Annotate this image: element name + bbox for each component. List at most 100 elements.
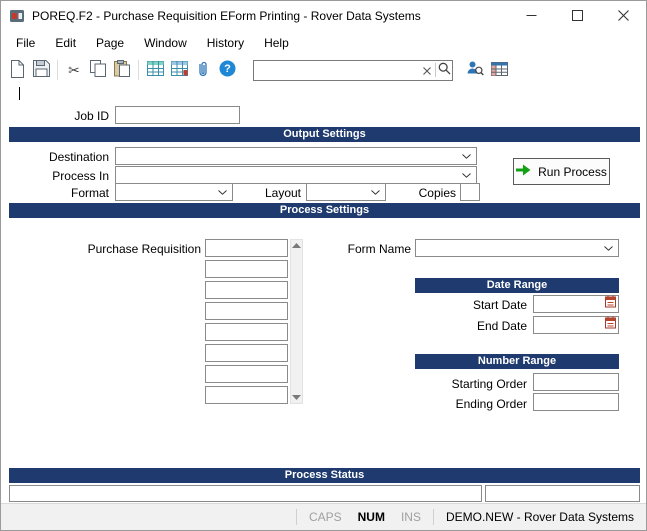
process-status-header: Process Status [9, 468, 640, 483]
form-name-select[interactable] [415, 239, 619, 257]
maximize-button[interactable] [554, 1, 600, 31]
purchase-requisition-label: Purchase Requisition [61, 242, 201, 256]
process-in-select[interactable] [115, 166, 477, 184]
destination-select[interactable] [115, 147, 477, 165]
purchase-requisition-scrollbar[interactable] [290, 239, 303, 404]
layout-select[interactable] [306, 183, 386, 201]
minimize-button[interactable] [508, 1, 554, 31]
start-date-input[interactable] [533, 295, 619, 313]
purchase-requisition-input[interactable] [205, 260, 288, 278]
toolbar-separator [57, 60, 58, 80]
format-label: Format [41, 186, 109, 200]
chevron-down-icon [218, 190, 227, 195]
status-bar: CAPS NUM INS DEMO.NEW - Rover Data Syste… [1, 503, 646, 530]
purchase-requisition-input[interactable] [205, 239, 288, 257]
num-indicator: NUM [350, 510, 393, 524]
grid-columns-icon [171, 61, 188, 79]
paperclip-icon [196, 60, 210, 80]
title-bar: POREQ.F2 - Purchase Requisition EForm Pr… [1, 1, 646, 31]
close-button[interactable] [600, 1, 646, 31]
grid-columns-button[interactable] [167, 58, 191, 82]
start-date-label: Start Date [449, 298, 527, 312]
destination-label: Destination [31, 150, 109, 164]
run-process-button[interactable]: Run Process [513, 158, 610, 185]
paste-button[interactable] [110, 58, 134, 82]
purchase-requisition-input[interactable] [205, 281, 288, 299]
scroll-up-icon[interactable] [292, 243, 301, 248]
purchase-requisition-input[interactable] [205, 365, 288, 383]
end-date-label: End Date [449, 319, 527, 333]
chevron-down-icon [462, 154, 471, 159]
copies-label: Copies [398, 186, 456, 200]
attachment-button[interactable] [191, 58, 215, 82]
svg-text:?: ? [224, 63, 231, 75]
number-range-header: Number Range [415, 354, 619, 369]
chevron-down-icon [371, 190, 380, 195]
save-button[interactable] [29, 58, 53, 82]
process-status-field-right [485, 485, 640, 502]
process-settings-header: Process Settings [9, 203, 640, 218]
clear-search-button[interactable] [419, 61, 435, 80]
help-icon: ? [219, 60, 236, 80]
purchase-requisition-input[interactable] [205, 323, 288, 341]
chevron-down-icon [462, 173, 471, 178]
layout-label: Layout [243, 186, 301, 200]
run-arrow-icon [516, 164, 531, 179]
purchase-requisition-input[interactable] [205, 344, 288, 362]
ending-order-label: Ending Order [431, 397, 527, 411]
grid-table-button[interactable] [143, 58, 167, 82]
toolbar: ✂ ? [1, 55, 646, 85]
grid-table-icon [147, 61, 164, 79]
cut-icon: ✂ [68, 63, 80, 77]
caps-indicator: CAPS [301, 510, 350, 524]
calendar-icon[interactable] [605, 316, 616, 334]
user-search-button[interactable] [463, 58, 487, 82]
app-icon [9, 8, 25, 24]
chevron-down-icon [604, 246, 613, 251]
status-separator [433, 509, 434, 525]
menu-file[interactable]: File [6, 32, 45, 54]
purchase-requisition-input[interactable] [205, 386, 288, 404]
paste-icon [114, 60, 130, 80]
copy-button[interactable] [86, 58, 110, 82]
job-id-label: Job ID [41, 109, 109, 123]
menu-bar: File Edit Page Window History Help [1, 31, 646, 55]
job-id-input[interactable] [115, 106, 240, 124]
format-select[interactable] [115, 183, 233, 201]
new-document-button[interactable] [5, 58, 29, 82]
output-settings-header: Output Settings [9, 127, 640, 142]
close-icon [618, 9, 629, 24]
table-view-icon [491, 62, 508, 79]
app-window: POREQ.F2 - Purchase Requisition EForm Pr… [0, 0, 647, 531]
minimize-icon [526, 9, 537, 24]
new-document-icon [9, 60, 25, 81]
status-separator [296, 509, 297, 525]
clear-search-icon [423, 63, 431, 78]
scroll-down-icon[interactable] [292, 395, 301, 400]
ins-indicator: INS [393, 510, 429, 524]
starting-order-label: Starting Order [431, 377, 527, 391]
end-date-input[interactable] [533, 316, 619, 334]
menu-edit[interactable]: Edit [45, 32, 86, 54]
save-icon [33, 60, 50, 80]
text-caret [19, 87, 20, 100]
copies-input[interactable] [460, 183, 480, 201]
help-button[interactable]: ? [215, 58, 239, 82]
ending-order-input[interactable] [533, 393, 619, 411]
cut-button[interactable]: ✂ [62, 58, 86, 82]
date-range-header: Date Range [415, 278, 619, 293]
process-status-field-left [9, 485, 482, 502]
menu-window[interactable]: Window [134, 32, 197, 54]
starting-order-input[interactable] [533, 373, 619, 391]
purchase-requisition-input[interactable] [205, 302, 288, 320]
search-input[interactable] [254, 61, 419, 80]
run-process-label: Run Process [538, 165, 607, 179]
menu-help[interactable]: Help [254, 32, 299, 54]
table-view-button[interactable] [487, 58, 511, 82]
menu-history[interactable]: History [197, 32, 254, 54]
calendar-icon[interactable] [605, 295, 616, 313]
copy-icon [90, 60, 106, 80]
menu-page[interactable]: Page [86, 32, 134, 54]
search-button[interactable] [436, 61, 452, 80]
form-name-label: Form Name [343, 242, 411, 256]
